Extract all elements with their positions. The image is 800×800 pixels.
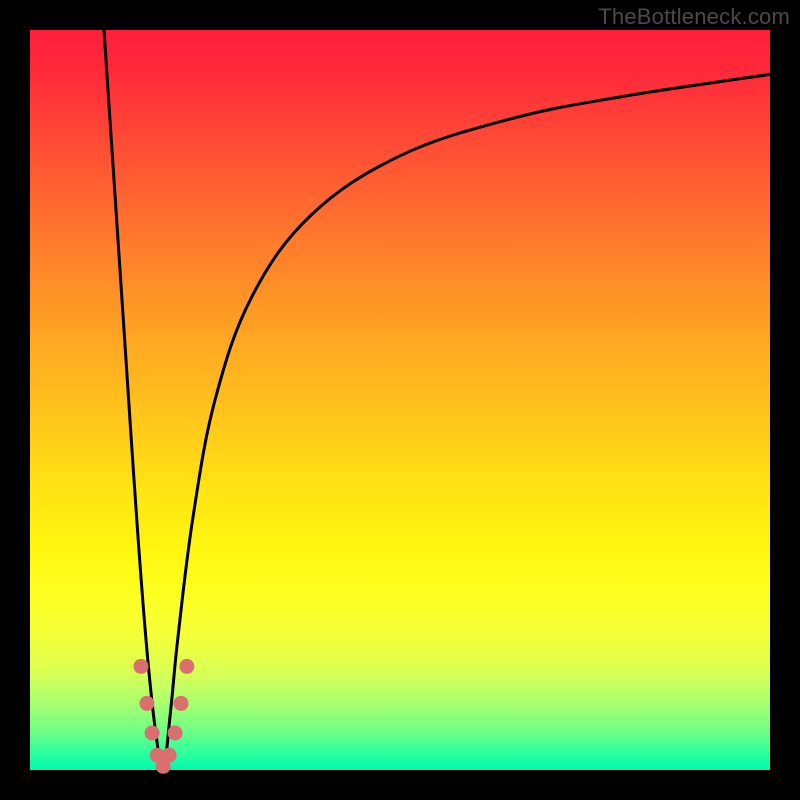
chart-frame: TheBottleneck.com (0, 0, 800, 800)
valley-dot (134, 659, 149, 674)
valley-dot (179, 659, 194, 674)
valley-dot (139, 696, 154, 711)
curve-layer (104, 30, 770, 770)
valley-dot (173, 696, 188, 711)
plot-area (30, 30, 770, 770)
bottleneck-curve (104, 30, 770, 770)
dots-layer (134, 659, 195, 774)
watermark-text: TheBottleneck.com (598, 4, 790, 30)
chart-svg (30, 30, 770, 770)
valley-dot (145, 726, 160, 741)
valley-dot (168, 726, 183, 741)
valley-dot (162, 748, 177, 763)
